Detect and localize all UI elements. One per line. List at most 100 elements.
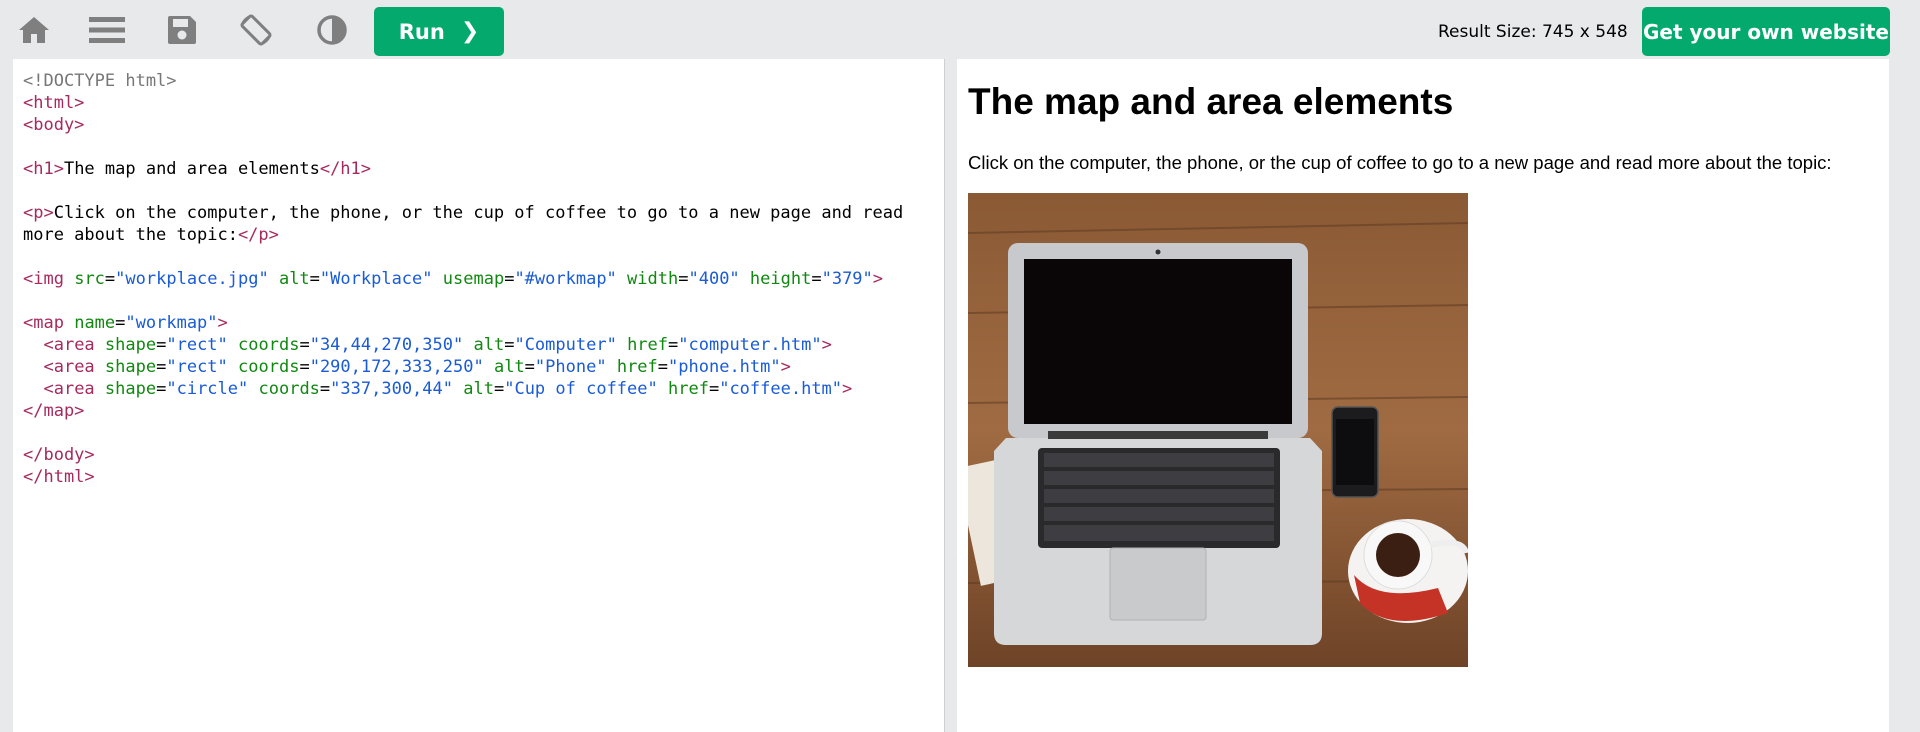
code-line[interactable] (23, 136, 903, 158)
code-token: "computer.htm" (678, 335, 822, 355)
code-token: "290,172,333,250" (309, 357, 484, 377)
code-line[interactable]: <area shape="rect" coords="34,44,270,350… (23, 334, 903, 356)
workplace-image[interactable] (957, 193, 1469, 667)
run-button[interactable]: Run ❯ (374, 7, 504, 56)
result-heading: The map and area elements (968, 81, 1454, 122)
code-token: name (74, 313, 116, 333)
code-line[interactable] (23, 422, 903, 444)
code-token: <area (43, 379, 95, 399)
code-token: = (493, 379, 505, 399)
code-token: "379" (821, 269, 873, 289)
result-panel: The map and area elements Click on the c… (957, 59, 1889, 732)
chevron-right-icon: ❯ (460, 19, 480, 44)
home-icon[interactable] (12, 10, 56, 50)
menu-icon[interactable] (85, 10, 129, 50)
code-token: <html> (23, 93, 85, 113)
code-token: = (319, 379, 331, 399)
code-token: <area (43, 335, 95, 355)
code-token: = (504, 335, 515, 355)
code-line[interactable] (23, 290, 903, 312)
get-own-website-button[interactable]: Get your own website (1642, 7, 1890, 56)
code-line[interactable]: <!DOCTYPE html> (23, 70, 903, 92)
code-token: = (668, 335, 679, 355)
code-line[interactable]: </html> (23, 466, 903, 488)
code-editor[interactable]: <!DOCTYPE html> <html> <body> <h1>The map a… (13, 59, 945, 732)
code-token: <h1> (23, 159, 64, 179)
code-line[interactable]: </map> (23, 400, 903, 422)
code-line[interactable]: more about the topic:</p> (23, 224, 903, 246)
code-line[interactable]: </body> (23, 444, 903, 466)
code-token: = (115, 313, 126, 333)
code-token: "400" (688, 269, 740, 289)
code-token: <img (23, 269, 64, 289)
toolbar: Run ❯ Result Size: 745 x 548 Get your ow… (0, 0, 1920, 60)
code-token: > (217, 313, 228, 333)
code-token: alt (463, 379, 494, 399)
result-size: Result Size: 745 x 548 (1438, 22, 1628, 42)
code-token: shape (104, 335, 157, 355)
code-token: "Computer" (514, 335, 617, 355)
code-line[interactable]: <p>Click on the computer, the phone, or … (23, 202, 903, 224)
code-line[interactable]: <img src="workplace.jpg" alt="Workplace"… (23, 268, 903, 290)
save-icon[interactable] (160, 10, 204, 50)
code-token: > (842, 379, 853, 399)
code-line[interactable]: <body> (23, 114, 903, 136)
code-token: = (299, 335, 310, 355)
code-token: = (156, 335, 167, 355)
code-token: = (524, 357, 535, 377)
code-token: "coffee.htm" (719, 379, 843, 399)
contrast-icon[interactable] (310, 10, 354, 50)
code-token: > (821, 335, 832, 355)
code-token: "337,300,44" (330, 379, 453, 399)
code-token: shape (104, 379, 157, 399)
code-token: more about the topic: (23, 225, 238, 245)
code-token: "circle" (166, 379, 249, 399)
code-token: <body> (23, 115, 85, 135)
code-line[interactable] (23, 246, 903, 268)
code-line[interactable]: <html> (23, 92, 903, 114)
code-token: width (627, 269, 679, 289)
code-token: alt (473, 335, 505, 355)
code-token: = (156, 379, 167, 399)
panel-divider[interactable] (945, 59, 957, 732)
workplace-illustration (957, 193, 1469, 667)
code-token: coords (258, 379, 320, 399)
code-token: The map and area elements (63, 159, 320, 179)
code-token: </h1> (319, 159, 372, 179)
code-token: </map> (23, 401, 85, 421)
code-line[interactable]: <area shape="rect" coords="290,172,333,2… (23, 356, 903, 378)
code-line[interactable]: <map name="workmap"> (23, 312, 903, 334)
code-token: = (156, 357, 167, 377)
code-token: <area (43, 357, 95, 377)
code-token: = (678, 269, 689, 289)
code-content[interactable]: <!DOCTYPE html> <html> <body> <h1>The map a… (23, 70, 903, 488)
code-line[interactable]: <h1>The map and area elements</h1> (23, 158, 903, 180)
code-line[interactable] (23, 180, 903, 202)
code-token: <p> (23, 203, 54, 223)
code-token: alt (493, 357, 525, 377)
code-token: "rect" (166, 357, 228, 377)
code-token: href (616, 357, 658, 377)
code-token: = (104, 269, 116, 289)
code-token: </html> (23, 467, 95, 487)
code-token: "workmap" (125, 313, 218, 333)
result-paragraph: Click on the computer, the phone, or the… (968, 152, 1832, 173)
code-token: "phone.htm" (668, 357, 781, 377)
code-line[interactable]: <area shape="circle" coords="337,300,44"… (23, 378, 903, 400)
code-token: Click on the computer, the phone, or the… (53, 203, 904, 223)
code-token: = (309, 269, 320, 289)
rotate-icon[interactable] (234, 10, 278, 50)
